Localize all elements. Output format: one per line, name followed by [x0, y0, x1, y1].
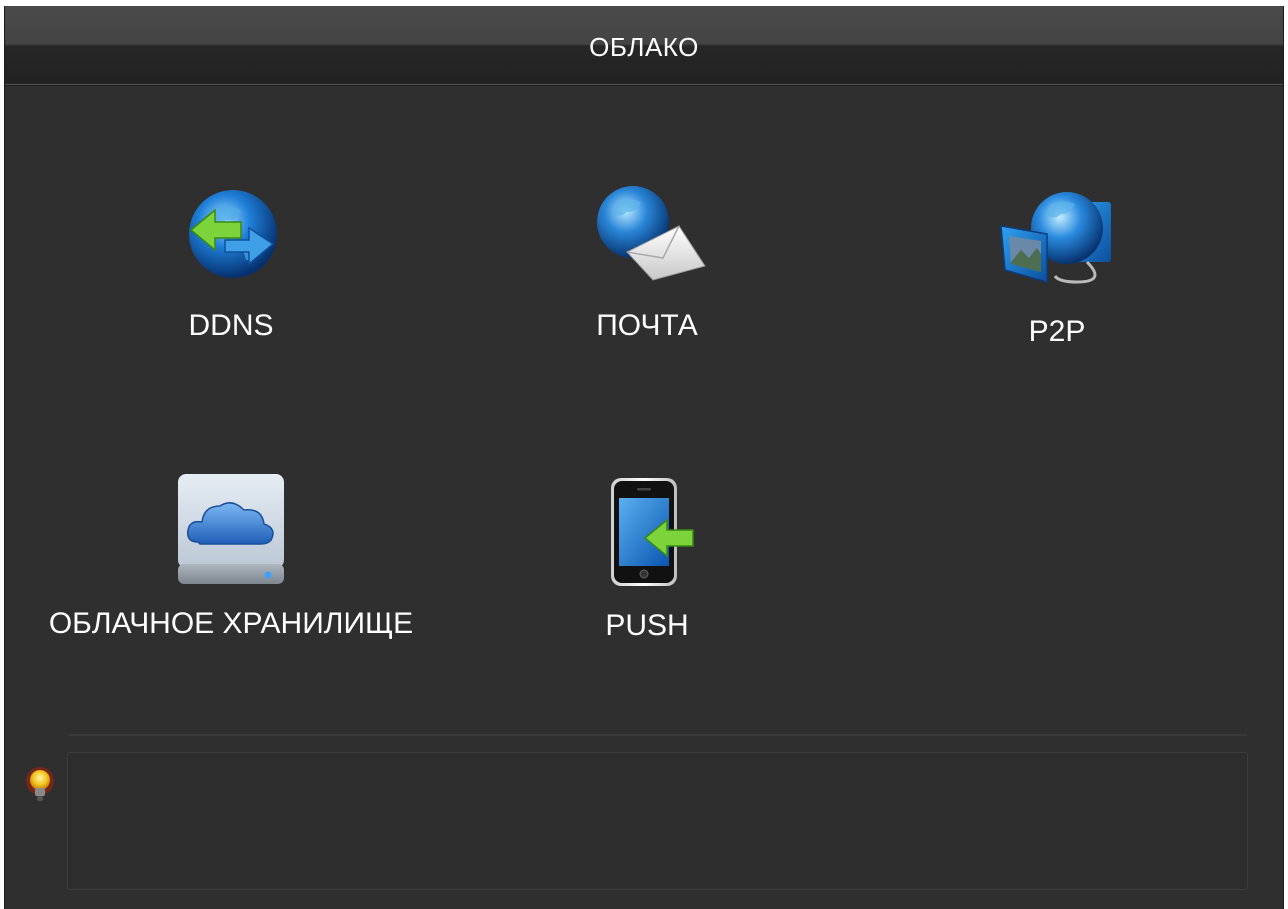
tile-p2p[interactable]: P2P [837, 182, 1277, 349]
tile-ddns[interactable]: DDNS [11, 182, 451, 343]
push-phone-arrow-icon [427, 476, 867, 593]
p2p-globe-monitor-icon [837, 182, 1277, 293]
tile-email[interactable]: ПОЧТА [427, 182, 867, 343]
tile-p2p-label: P2P [1028, 315, 1086, 348]
tile-push[interactable]: PUSH [427, 476, 867, 643]
window-title: ОБЛАКО [589, 32, 699, 62]
tip-message-box [67, 752, 1248, 890]
tile-push-label: PUSH [605, 609, 689, 642]
tile-cloud-storage[interactable]: ОБЛАЧНОЕ ХРАНИЛИЩЕ [11, 472, 451, 641]
tile-email-label: ПОЧТА [596, 309, 698, 342]
cloud-settings-window: ОБЛАКО DDNS ПОЧТА P2P ОБЛАЧНОЕ ХРАНИЛИЩЕ… [4, 6, 1284, 909]
email-globe-envelope-icon [427, 182, 867, 287]
title-bar: ОБЛАКО [5, 6, 1283, 85]
tile-cloud-storage-label: ОБЛАЧНОЕ ХРАНИЛИЩЕ [48, 607, 414, 640]
ddns-globe-arrows-icon [11, 182, 451, 287]
lightbulb-icon [25, 766, 55, 811]
cloud-storage-drive-icon [11, 472, 451, 593]
title-separator [5, 85, 1283, 86]
tip-divider [69, 734, 1247, 736]
tile-ddns-label: DDNS [188, 309, 274, 342]
